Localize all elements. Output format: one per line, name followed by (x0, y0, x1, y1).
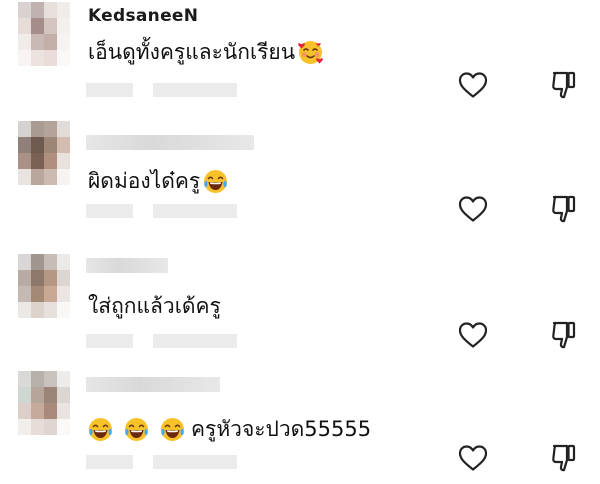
thumbs-down-icon[interactable] (551, 443, 577, 473)
comment-text-content: ครูหัวจะปวด55555 (191, 417, 372, 441)
thumbs-down-icon[interactable] (551, 70, 577, 100)
comment-text: ครูหัวจะปวด55555 (88, 413, 371, 446)
smiling-face-with-hearts-icon (298, 40, 323, 65)
comment-text: ใส่ถูกแล้วเด้ครู (88, 290, 221, 323)
heart-icon[interactable] (458, 195, 488, 223)
timestamp-blurred (86, 334, 133, 348)
reply-button-blurred[interactable] (153, 204, 237, 218)
comment-item: KedsaneeN เอ็นดูทั้งครูและนักเรียน (0, 0, 600, 121)
heart-icon[interactable] (458, 444, 488, 472)
reply-button-blurred[interactable] (153, 455, 237, 469)
thumbs-down-icon[interactable] (551, 194, 577, 224)
comment-username[interactable]: KedsaneeN (88, 6, 198, 26)
comment-text-content: ผิดม่องได๋ครู (88, 169, 201, 193)
comment-text: ผิดม่องได๋ครู (88, 165, 239, 198)
face-with-tears-of-joy-icon (124, 417, 149, 442)
face-with-tears-of-joy-icon (160, 417, 185, 442)
comment-item: ใส่ถูกแล้วเด้ครู (0, 242, 600, 363)
username-blurred[interactable] (86, 258, 168, 273)
face-with-tears-of-joy-icon (203, 169, 228, 194)
comment-text-content: ใส่ถูกแล้วเด้ครู (88, 294, 221, 318)
heart-icon[interactable] (458, 321, 488, 349)
comment-text-content: เอ็นดูทั้งครูและนักเรียน (88, 40, 296, 64)
heart-icon[interactable] (458, 71, 488, 99)
reply-button-blurred[interactable] (153, 334, 237, 348)
reply-button-blurred[interactable] (153, 83, 237, 97)
avatar[interactable] (18, 371, 70, 435)
comment-text: เอ็นดูทั้งครูและนักเรียน (88, 36, 334, 69)
avatar[interactable] (18, 2, 70, 66)
username-blurred[interactable] (86, 135, 254, 150)
timestamp-blurred (86, 83, 133, 97)
comment-item: ครูหัวจะปวด55555 (0, 363, 600, 484)
avatar[interactable] (18, 121, 70, 185)
timestamp-blurred (86, 455, 133, 469)
username-blurred[interactable] (86, 377, 220, 392)
timestamp-blurred (86, 204, 133, 218)
comment-item: ผิดม่องได๋ครู (0, 121, 600, 242)
thumbs-down-icon[interactable] (551, 320, 577, 350)
face-with-tears-of-joy-icon (88, 417, 113, 442)
avatar[interactable] (18, 254, 70, 318)
